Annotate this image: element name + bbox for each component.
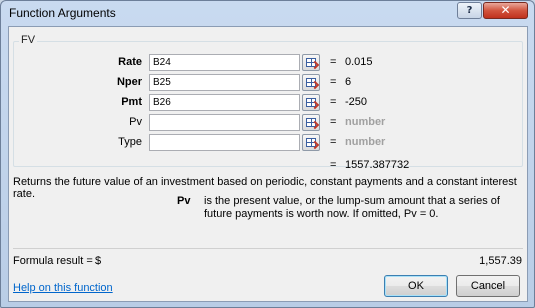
help-icon[interactable]: ? [457, 2, 482, 19]
argument-help-text: is the present value, or the lump-sum am… [204, 195, 500, 220]
nper-collapse-button[interactable] [302, 74, 320, 91]
function-result-value: 1557.387732 [345, 159, 410, 171]
formula-result-label: Formula result = [13, 255, 93, 267]
argument-help-name: Pv [177, 195, 191, 207]
nper-equals: = [330, 76, 337, 88]
dialog-body: FV Rate = 0.015 Nper = 6 Pmt = -250 Pv =… [8, 26, 528, 302]
nper-result: 6 [345, 76, 352, 88]
ok-button[interactable]: OK [384, 275, 448, 297]
function-name-label: FV [19, 34, 38, 46]
pmt-result: -250 [345, 96, 368, 108]
nper-label: Nper [116, 76, 142, 88]
rate-result: 0.015 [345, 56, 373, 68]
formula-result-currency: $ [95, 255, 102, 267]
rate-collapse-button[interactable] [302, 54, 320, 71]
function-result-equals: = [330, 159, 337, 171]
formula-result-value: 1,557.39 [479, 255, 522, 267]
pmt-collapse-button[interactable] [302, 94, 320, 111]
rate-label: Rate [118, 56, 142, 68]
pv-result: number [345, 116, 386, 128]
pmt-equals: = [330, 96, 337, 108]
pmt-label: Pmt [121, 96, 142, 108]
close-icon[interactable]: ✕ [483, 2, 528, 19]
type-label: Type [118, 136, 142, 148]
rate-input[interactable] [149, 54, 300, 71]
pv-equals: = [330, 116, 337, 128]
pv-label: Pv [129, 116, 142, 128]
pv-input[interactable] [149, 114, 300, 131]
rate-equals: = [330, 56, 337, 68]
pv-collapse-button[interactable] [302, 114, 320, 131]
type-input[interactable] [149, 134, 300, 151]
dialog-title: Function Arguments [9, 6, 116, 20]
type-collapse-button[interactable] [302, 134, 320, 151]
divider [13, 248, 523, 249]
type-equals: = [330, 136, 337, 148]
cancel-button[interactable]: Cancel [456, 275, 520, 297]
title-bar[interactable]: Function Arguments ? ✕ [1, 1, 534, 25]
nper-input[interactable] [149, 74, 300, 91]
type-result: number [345, 136, 386, 148]
pmt-input[interactable] [149, 94, 300, 111]
function-arguments-dialog: Function Arguments ? ✕ FV Rate = 0.015 N… [0, 0, 535, 308]
help-on-function-link[interactable]: Help on this function [13, 282, 113, 294]
